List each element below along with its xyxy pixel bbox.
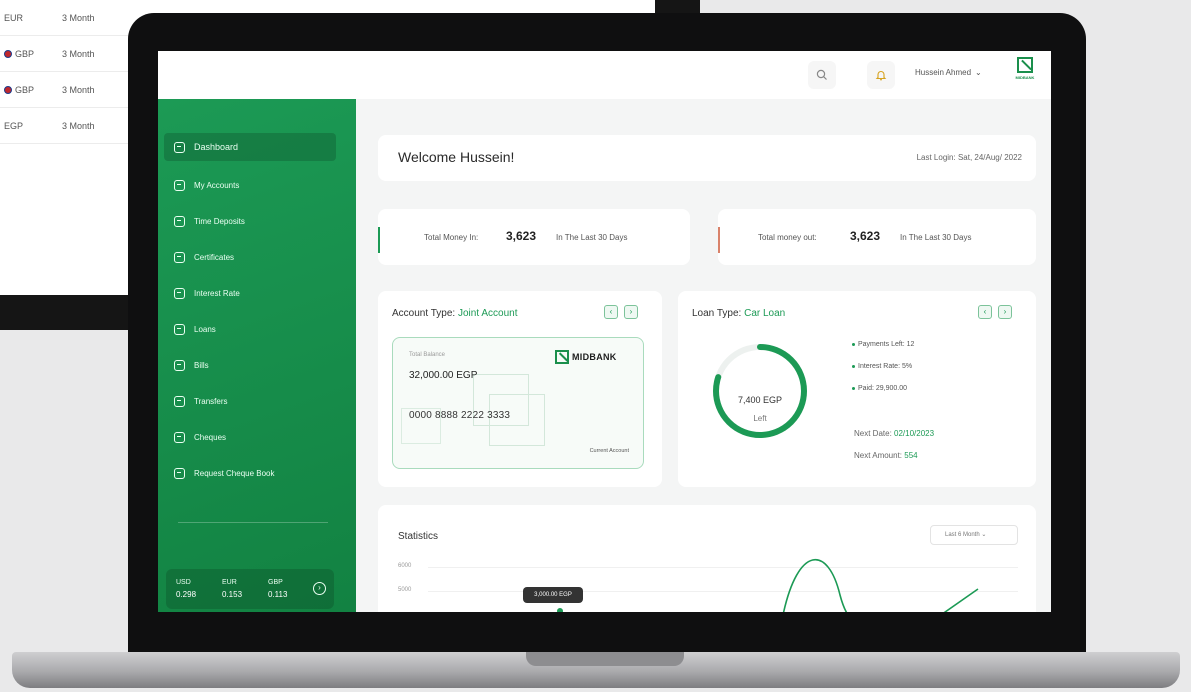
rate-gbp: GBP 0.113: [268, 579, 288, 599]
loan-interest-rate: Interest Rate: 5%: [852, 363, 912, 370]
notifications-button[interactable]: [867, 61, 895, 89]
account-prev-button[interactable]: ‹: [604, 305, 618, 319]
user-name: Hussein Ahmed: [915, 68, 972, 77]
certificates-icon: [174, 251, 185, 263]
cheque-book-icon: [174, 467, 185, 479]
loan-next-amount: Next Amount: 554: [854, 451, 918, 460]
sidebar: Dashboard My Accounts Time Deposits Cert…: [158, 99, 356, 612]
loan-next-date: Next Date: 02/10/2023: [854, 429, 935, 438]
card-bank-logo: MIDBANK: [555, 350, 617, 364]
welcome-title: Welcome Hussein!: [398, 149, 515, 165]
laptop-notch: [526, 652, 684, 666]
interest-rate-icon: [174, 287, 185, 299]
welcome-card: Welcome Hussein! Last Login: Sat, 24/Aug…: [378, 135, 1036, 181]
last-login: Last Login: Sat, 24/Aug/ 2022: [916, 153, 1022, 162]
cheques-icon: [174, 431, 185, 443]
money-out-card: Total money out: 3,623 In The Last 30 Da…: [718, 209, 1036, 265]
rates-next-button[interactable]: ›: [313, 582, 326, 595]
loans-icon: [174, 323, 185, 335]
dashboard-icon: [174, 141, 185, 153]
bills-icon: [174, 359, 185, 371]
sidebar-item-loans[interactable]: Loans: [164, 315, 336, 343]
deposits-icon: [174, 215, 185, 227]
sidebar-item-cheques[interactable]: Cheques: [164, 423, 336, 451]
logo-mark-icon: [555, 350, 569, 364]
bell-icon: [875, 71, 887, 81]
card-balance: 32,000.00 EGP: [409, 370, 478, 381]
money-in-card: Total Money In: 3,623 In The Last 30 Day…: [378, 209, 690, 265]
money-in-value: 3,623: [506, 229, 537, 243]
loan-paid: Paid: 29,900.00: [852, 385, 907, 392]
card-account-kind: Current Account: [589, 448, 629, 454]
sidebar-item-bills[interactable]: Bills: [164, 351, 336, 379]
statistics-card: Statistics Last 6 Month ⌄ 6000 5000 3,00…: [378, 505, 1036, 612]
statistics-line: [557, 558, 979, 612]
money-out-value: 3,623: [850, 229, 881, 243]
card-number: 0000 8888 2222 3333: [409, 410, 511, 421]
loan-prev-button[interactable]: ‹: [978, 305, 992, 319]
user-menu[interactable]: Hussein Ahmed ⌄: [915, 68, 982, 77]
accounts-icon: [174, 179, 185, 191]
sidebar-item-interest-rate[interactable]: Interest Rate: [164, 279, 336, 307]
sidebar-item-time-deposits[interactable]: Time Deposits: [164, 207, 336, 235]
logo-mark-icon: [1017, 57, 1033, 73]
rate-eur: EUR 0.153: [222, 579, 243, 599]
account-next-button[interactable]: ›: [624, 305, 638, 319]
account-card: Account Type: Joint Account ‹ › Total Ba…: [378, 291, 662, 487]
loan-payments-left: Payments Left: 12: [852, 341, 914, 348]
search-icon: [816, 69, 827, 80]
sidebar-item-dashboard[interactable]: Dashboard: [164, 133, 336, 161]
uk-flag-icon: [4, 86, 12, 94]
loan-card: Loan Type: Car Loan ‹ › 7,400 EGP Left P…: [678, 291, 1036, 487]
sidebar-item-transfers[interactable]: Transfers: [164, 387, 336, 415]
loan-type-title: Loan Type: Car Loan: [692, 308, 786, 319]
uk-flag-icon: [4, 50, 12, 58]
loan-next-button[interactable]: ›: [998, 305, 1012, 319]
sidebar-item-certificates[interactable]: Certificates: [164, 243, 336, 271]
sidebar-divider: [178, 522, 328, 523]
search-button[interactable]: [808, 61, 836, 89]
exchange-rates: USD 0.298 EUR 0.153 GBP 0.113 ›: [166, 569, 334, 609]
chevron-down-icon: ⌄: [975, 68, 982, 77]
sidebar-item-my-accounts[interactable]: My Accounts: [164, 171, 336, 199]
rate-usd: USD 0.298: [176, 579, 197, 599]
loan-progress-ring: [713, 344, 807, 438]
top-bar: Hussein Ahmed ⌄ MIDBANK: [158, 51, 1051, 99]
loan-remaining: 7,400 EGP: [737, 395, 783, 405]
bank-card[interactable]: Total Balance 32,000.00 EGP 0000 8888 22…: [392, 337, 644, 469]
bank-logo: MIDBANK: [1014, 57, 1036, 89]
transfers-icon: [174, 395, 185, 407]
account-type-title: Account Type: Joint Account: [392, 308, 518, 319]
sidebar-item-request-cheque-book[interactable]: Request Cheque Book: [164, 459, 336, 487]
app-screen: Hussein Ahmed ⌄ MIDBANK Dashboard My Acc…: [158, 51, 1051, 612]
